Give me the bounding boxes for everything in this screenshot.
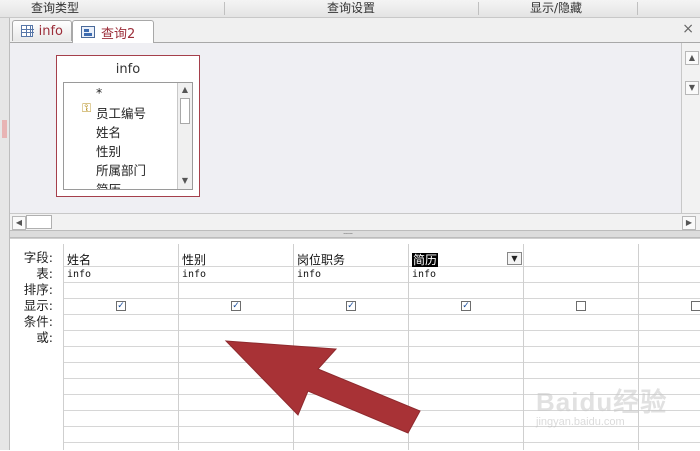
ribbon-separator bbox=[637, 2, 638, 15]
scroll-right-icon[interactable]: ▶ bbox=[682, 216, 696, 230]
row-label-field: 字段: bbox=[23, 250, 53, 265]
watermark-logo: Baidu经验 bbox=[536, 387, 668, 417]
show-checkbox[interactable]: ✓ bbox=[461, 301, 471, 311]
grid-field-cell[interactable]: 性别 bbox=[182, 251, 206, 268]
grid-field-cell[interactable]: 岗位职务 bbox=[297, 251, 345, 268]
annotation-arrow-icon bbox=[224, 340, 421, 434]
tab-info-label: info bbox=[38, 23, 63, 39]
show-checkbox[interactable]: ✓ bbox=[231, 301, 241, 311]
grid-table-cell[interactable]: info bbox=[182, 269, 206, 280]
table-icon bbox=[21, 25, 34, 37]
document-tab-bar: info 查询2 × bbox=[10, 18, 700, 43]
field-item-all[interactable]: * bbox=[96, 85, 102, 100]
grid-field-cell[interactable]: 姓名 bbox=[67, 251, 91, 268]
query-icon bbox=[81, 26, 95, 38]
grid-field-cell-selected[interactable]: 简历 bbox=[412, 251, 439, 268]
tab-query2[interactable]: 查询2 bbox=[72, 20, 154, 43]
grid-table-cell[interactable]: info bbox=[412, 269, 436, 280]
navigation-pane-marker bbox=[2, 120, 7, 138]
grid-column-line bbox=[63, 244, 64, 450]
show-checkbox[interactable]: ✓ bbox=[116, 301, 126, 311]
field-dropdown-button[interactable]: ▼ bbox=[507, 252, 522, 265]
watermark: Baidu经验 jingyan.baidu.com bbox=[532, 372, 692, 442]
grid-column-line bbox=[523, 244, 524, 450]
show-checkbox[interactable] bbox=[576, 301, 586, 311]
ribbon-separator bbox=[224, 2, 225, 15]
field-list-scrollbar[interactable]: ▲ ▼ bbox=[177, 83, 192, 189]
field-list-info[interactable]: info * ⚿ 员工编号 姓名 性别 所属部门 简历 ▲ ▼ bbox=[56, 55, 200, 197]
field-item-resume[interactable]: 简历 bbox=[96, 179, 121, 189]
watermark-url: jingyan.baidu.com bbox=[536, 416, 625, 428]
pane-splitter[interactable]: ·········· bbox=[10, 230, 700, 238]
scroll-up-icon[interactable]: ▲ bbox=[179, 84, 191, 96]
close-icon[interactable]: × bbox=[682, 21, 694, 37]
scroll-down-icon[interactable]: ▼ bbox=[685, 81, 699, 95]
tab-query2-label: 查询2 bbox=[101, 26, 136, 42]
grid-row-line bbox=[63, 442, 700, 443]
scroll-up-icon[interactable]: ▲ bbox=[685, 51, 699, 65]
field-list-scroll-thumb[interactable] bbox=[180, 98, 190, 124]
field-list-title[interactable]: info bbox=[57, 62, 199, 77]
grid-column-line bbox=[178, 244, 179, 450]
row-label-sort: 排序: bbox=[23, 282, 53, 297]
ribbon-group-show-hide: 显示/隐藏 bbox=[529, 1, 583, 15]
row-label-show: 显示: bbox=[23, 298, 53, 313]
grid-row-line bbox=[63, 314, 700, 315]
field-item-employee-id[interactable]: 员工编号 bbox=[96, 103, 146, 122]
ribbon-group-query-type: 查询类型 bbox=[30, 1, 79, 15]
grid-table-cell[interactable]: info bbox=[297, 269, 321, 280]
tab-info[interactable]: info bbox=[12, 20, 72, 41]
field-list-items: * ⚿ 员工编号 姓名 性别 所属部门 简历 ▲ ▼ bbox=[63, 82, 193, 190]
upper-pane-vertical-scrollbar[interactable]: ▲ ▼ bbox=[681, 43, 700, 213]
grid-row-line bbox=[63, 330, 700, 331]
horizontal-scroll-thumb[interactable] bbox=[26, 215, 52, 229]
scroll-left-icon[interactable]: ◀ bbox=[12, 216, 26, 230]
row-label-or: 或: bbox=[36, 330, 53, 345]
row-label-table: 表: bbox=[36, 266, 53, 281]
field-item-department[interactable]: 所属部门 bbox=[96, 160, 146, 179]
ribbon-separator bbox=[478, 2, 479, 15]
ribbon-group-labels: 查询类型 查询设置 显示/隐藏 bbox=[0, 0, 700, 18]
grid-row-line bbox=[63, 282, 700, 283]
row-label-criteria: 条件: bbox=[23, 314, 53, 329]
grid-table-cell[interactable]: info bbox=[67, 269, 91, 280]
field-item-name[interactable]: 姓名 bbox=[96, 122, 121, 141]
show-checkbox[interactable]: ✓ bbox=[346, 301, 356, 311]
ribbon-group-query-setup: 查询设置 bbox=[326, 1, 375, 15]
upper-pane-horizontal-scrollbar[interactable]: ◀ ▶ bbox=[10, 213, 700, 230]
scroll-down-icon[interactable]: ▼ bbox=[179, 175, 191, 187]
field-item-gender[interactable]: 性别 bbox=[96, 141, 121, 160]
grid-row-line bbox=[63, 298, 700, 299]
primary-key-icon: ⚿ bbox=[82, 101, 92, 115]
grid-row-line bbox=[63, 266, 700, 267]
navigation-pane-edge[interactable] bbox=[0, 18, 10, 450]
selected-field-value[interactable]: 简历 bbox=[412, 253, 439, 267]
show-checkbox[interactable] bbox=[691, 301, 700, 311]
